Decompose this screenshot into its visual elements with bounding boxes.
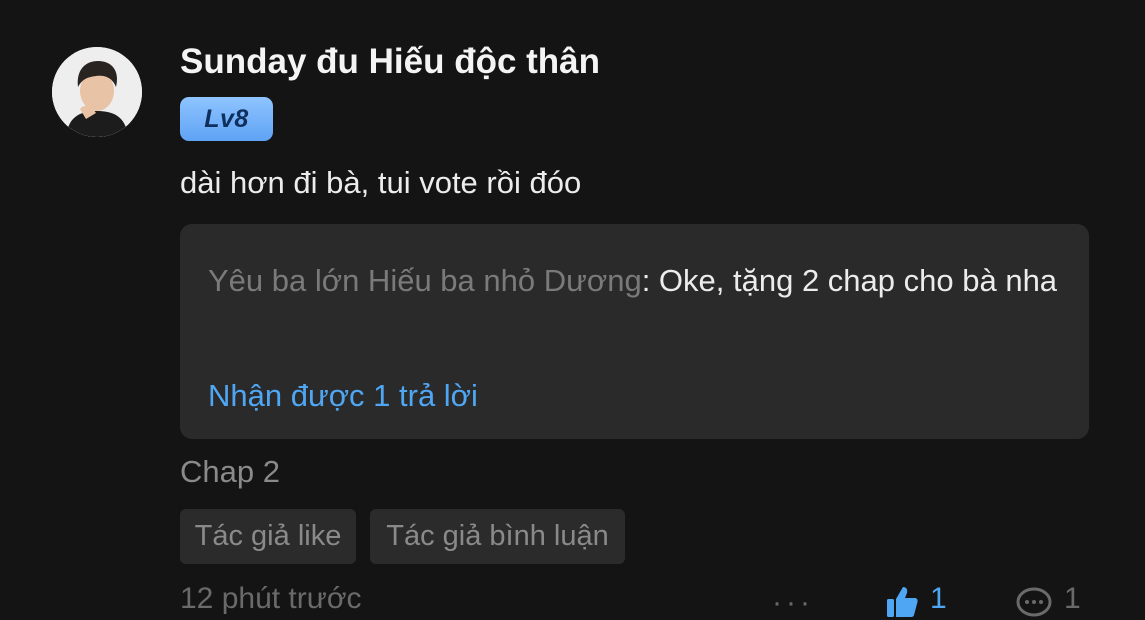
comment-item: Sunday đu Hiếu độc thân Lv8 dài hơn đi b… <box>0 0 1145 619</box>
author-like-tag: Tác giả like <box>180 509 356 564</box>
username[interactable]: Sunday đu Hiếu độc thân <box>180 42 600 82</box>
more-options-icon[interactable]: ··· <box>772 586 814 620</box>
author-comment-tag: Tác giả bình luận <box>370 509 625 564</box>
timestamp: 12 phút trước <box>180 582 362 615</box>
avatar[interactable] <box>52 47 142 137</box>
view-replies-link[interactable]: Nhận được 1 trả lời <box>208 378 478 414</box>
user-avatar-icon <box>52 47 142 137</box>
reply-text: Oke, tặng 2 chap cho bà nha <box>650 263 1058 298</box>
chapter-label: Chap 2 <box>180 454 280 489</box>
thumbs-up-icon[interactable] <box>884 584 920 620</box>
reply-author[interactable]: Yêu ba lớn Hiếu ba nhỏ Dương <box>208 263 642 298</box>
reply-count: 1 <box>1064 582 1081 615</box>
level-badge: Lv8 <box>180 97 273 141</box>
comment-text: dài hơn đi bà, tui vote rồi đóo <box>180 165 582 200</box>
reply-body: Yêu ba lớn Hiếu ba nhỏ Dương: Oke, tặng … <box>208 252 1068 309</box>
like-count: 1 <box>930 582 947 615</box>
reply-preview[interactable]: Yêu ba lớn Hiếu ba nhỏ Dương: Oke, tặng … <box>180 224 1089 439</box>
comment-bubble-icon[interactable] <box>1014 584 1054 620</box>
